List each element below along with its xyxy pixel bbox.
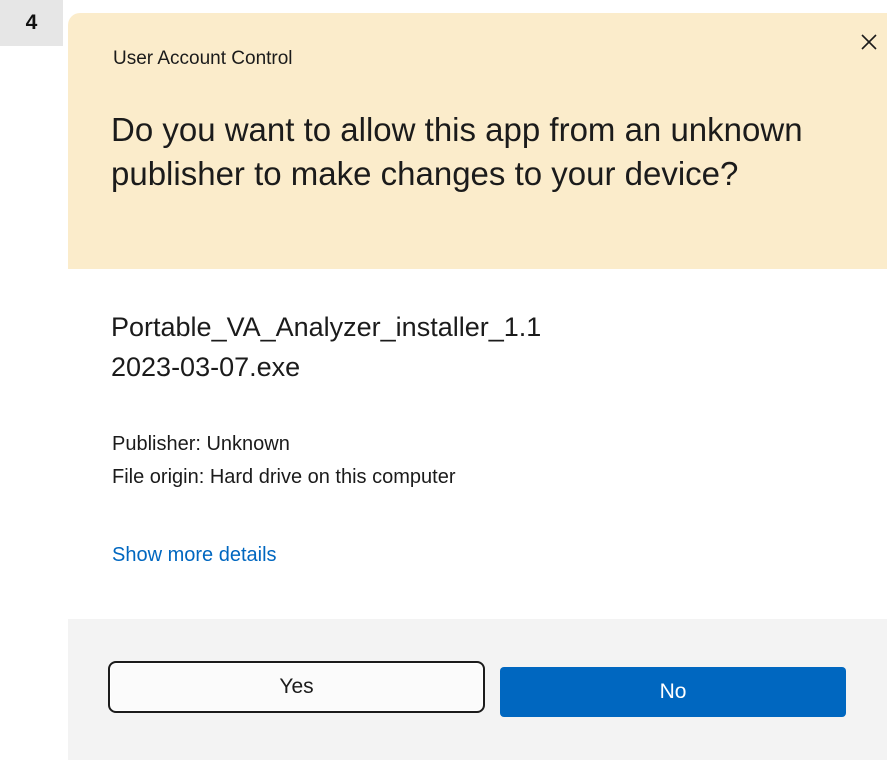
dialog-footer: Yes No <box>68 619 887 760</box>
no-button[interactable]: No <box>500 667 846 717</box>
window-title: User Account Control <box>113 48 293 69</box>
uac-dialog: User Account Control Do you want to allo… <box>68 13 887 760</box>
program-name: Portable_VA_Analyzer_installer_1.1 2023-… <box>111 307 851 387</box>
publisher-label: Publisher: Unknown <box>112 433 290 455</box>
uac-question: Do you want to allow this app from an un… <box>111 111 803 192</box>
dialog-body: Portable_VA_Analyzer_installer_1.1 2023-… <box>68 269 887 619</box>
dialog-header: User Account Control Do you want to allo… <box>68 13 887 269</box>
file-origin-label: File origin: Hard drive on this computer <box>112 466 456 488</box>
step-number-badge: 4 <box>0 0 63 46</box>
close-icon <box>861 34 877 50</box>
program-name-line1: Portable_VA_Analyzer_installer_1.1 <box>111 312 542 342</box>
show-more-details-link[interactable]: Show more details <box>112 544 277 567</box>
close-button[interactable] <box>855 28 883 56</box>
yes-button[interactable]: Yes <box>108 661 485 713</box>
program-name-line2: 2023-03-07.exe <box>111 352 301 382</box>
